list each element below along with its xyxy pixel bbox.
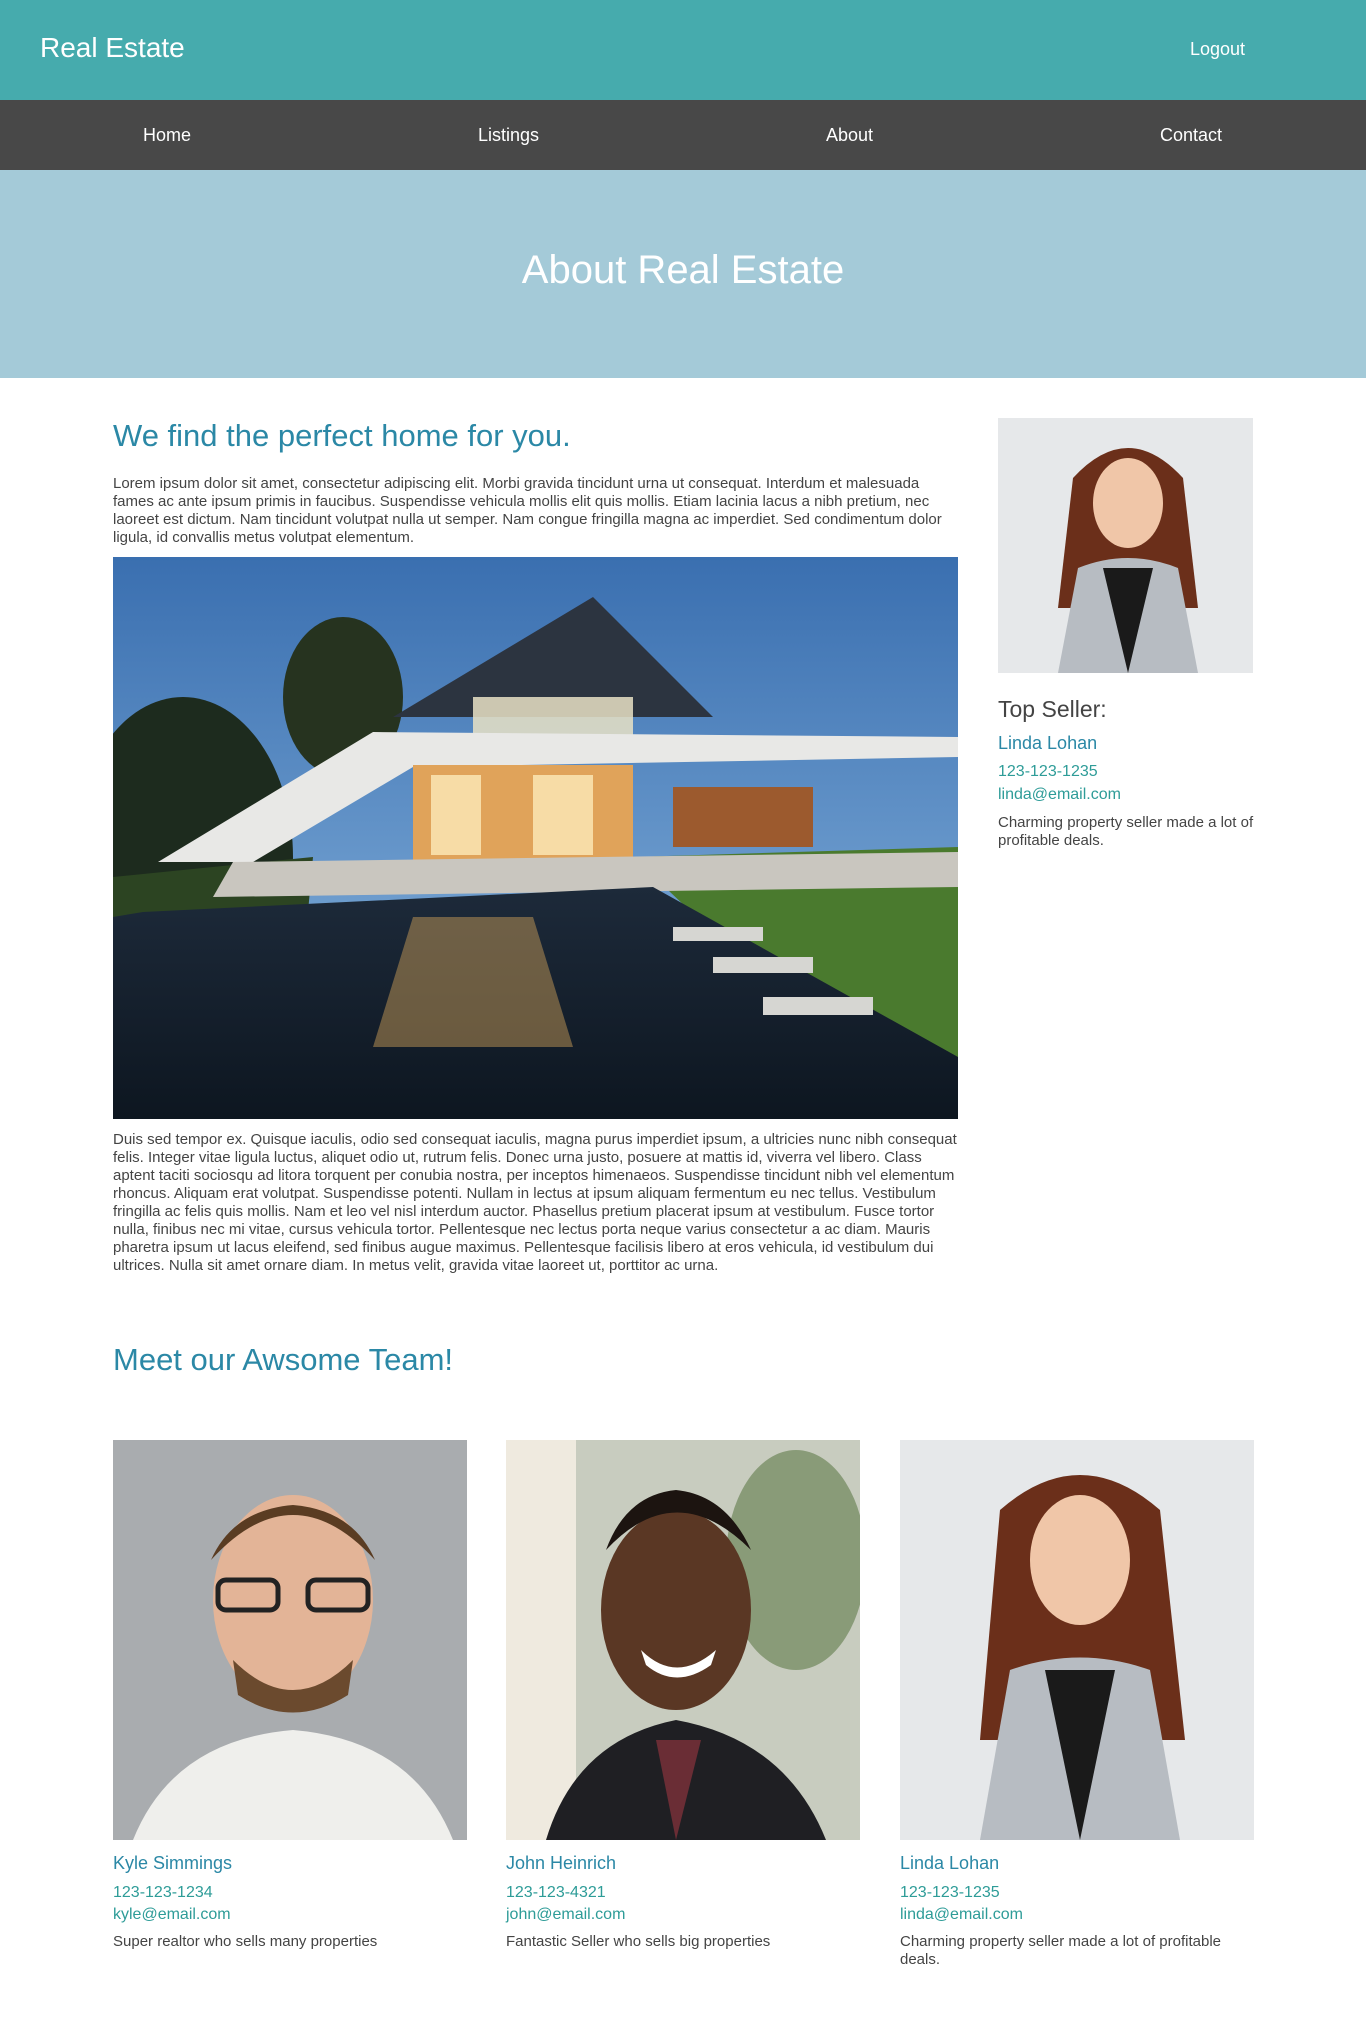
page-title: About Real Estate (521, 248, 845, 292)
nav-item-about[interactable]: About (826, 125, 873, 146)
intro-paragraph: Lorem ipsum dolor sit amet, consectetur … (113, 475, 942, 546)
nav-item-home[interactable]: Home (143, 125, 191, 146)
team-heading: Meet our Awsome Team! (113, 1342, 454, 1377)
main-heading: We find the perfect home for you. (113, 418, 571, 453)
team-member-description: Fantastic Seller who sells big propertie… (506, 1933, 771, 1950)
logout-link[interactable]: Logout (1190, 39, 1245, 60)
team-member-email[interactable]: john@email.com (506, 1906, 625, 1924)
team-member-phone: 123-123-1234 (113, 1884, 213, 1901)
team-member-name: John Heinrich (506, 1853, 617, 1873)
top-seller-photo (998, 418, 1253, 673)
top-seller-description: Charming property seller made a lot of p… (998, 814, 1254, 849)
team-member-name: Kyle Simmings (113, 1853, 233, 1873)
team-member-email[interactable]: kyle@email.com (113, 1906, 231, 1924)
team-member-description: Charming property seller made a lot of p… (900, 1933, 1221, 1968)
top-seller-email[interactable]: linda@email.com (998, 786, 1121, 804)
team-member-photo (506, 1440, 860, 1840)
team-member-description: Super realtor who sells many properties (113, 1933, 378, 1950)
team-member-photo (113, 1440, 467, 1840)
team-card: Kyle Simmings 123-123-1234 kyle@email.co… (113, 1440, 467, 1950)
team-member-photo (900, 1440, 1254, 1840)
house-photo (113, 557, 958, 1119)
top-seller-name: Linda Lohan (998, 733, 1098, 753)
top-seller-label: Top Seller: (998, 696, 1107, 722)
hero-banner: About Real Estate (0, 170, 1366, 378)
top-header: Real Estate Logout (0, 0, 1366, 100)
main-nav: Home Listings About Contact (0, 100, 1366, 170)
team-member-email[interactable]: linda@email.com (900, 1906, 1023, 1924)
body-paragraph: Duis sed tempor ex. Quisque iaculis, odi… (113, 1131, 957, 1274)
team-member-name: Linda Lohan (900, 1853, 1000, 1873)
team-member-phone: 123-123-1235 (900, 1884, 1000, 1901)
nav-item-listings[interactable]: Listings (478, 125, 539, 146)
team-member-phone: 123-123-4321 (506, 1884, 606, 1901)
team-card: Linda Lohan 123-123-1235 linda@email.com… (900, 1440, 1254, 1968)
team-card: John Heinrich 123-123-4321 john@email.co… (506, 1440, 860, 1950)
top-seller-phone: 123-123-1235 (998, 763, 1098, 780)
nav-item-contact[interactable]: Contact (1160, 125, 1222, 146)
brand-logo[interactable]: Real Estate (40, 32, 185, 64)
